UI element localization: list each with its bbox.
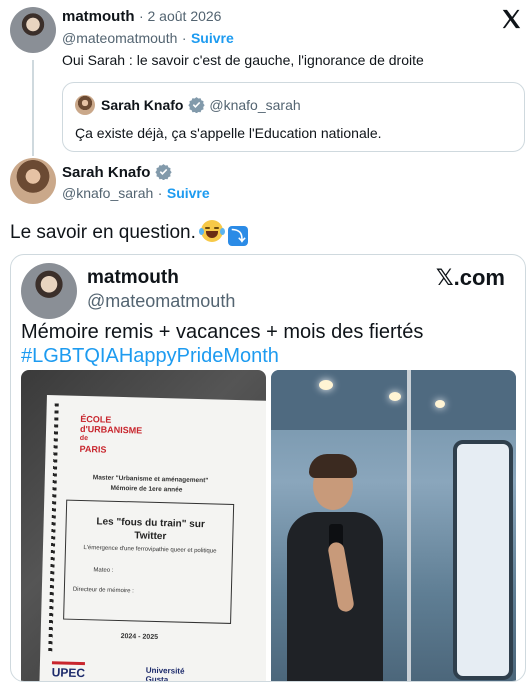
embedded-hashtag: #LGBTQIAHappyPrideMonth [21, 345, 279, 367]
memoir-period: 2024 - 2025 [120, 633, 159, 642]
embedded-handle: @mateomatmouth [87, 291, 236, 311]
verified-badge-icon [188, 97, 205, 113]
train-light [389, 392, 401, 401]
memoir-photo: ÉCOLE d'URBANISME de PARIS Master "Urban… [21, 370, 266, 682]
train-light [435, 400, 445, 408]
arrow-curving-down-icon: ⤵ [228, 226, 249, 246]
embedded-text: Mémoire remis + vacances + mois des fier… [21, 321, 424, 343]
memoir-page: ÉCOLE d'URBANISME de PARIS Master "Urban… [39, 395, 266, 682]
person-hair [309, 454, 357, 478]
reply-separator: · [181, 30, 187, 46]
embedded-author-name: matmouth [87, 267, 179, 288]
main-author-name[interactable]: Sarah Knafo [62, 164, 150, 181]
main-text: Le savoir en question. [10, 222, 196, 243]
memoir-director-label: Directeur de mémoire : [72, 586, 134, 595]
main-follow-button[interactable]: Suivre [167, 185, 210, 201]
memoir-author-label: Mateo : [93, 567, 114, 574]
memoir-year-label: Mémoire de 1ere année [110, 484, 183, 494]
memoir-logo-left: UPEC [51, 661, 86, 681]
embedded-brand: 𝕏.com [435, 265, 505, 290]
reply-date[interactable]: · 2 août 2026 [139, 8, 222, 24]
quoted-avatar [75, 95, 95, 115]
reply-text: Oui Sarah : le savoir c'est de gauche, l… [62, 52, 424, 68]
quoted-tweet[interactable]: Sarah Knafo @knafo_sarah Ça existe déjà,… [62, 82, 525, 152]
reply-follow-button[interactable]: Suivre [191, 30, 234, 46]
quoted-author-name: Sarah Knafo [101, 97, 184, 113]
embedded-avatar [21, 263, 77, 319]
train-pole [407, 370, 411, 681]
memoir-school-logo: ÉCOLE d'URBANISME de PARIS [79, 413, 143, 455]
quoted-text: Ça existe déjà, ça s'appelle l'Education… [75, 125, 382, 141]
memoir-title-box: Les "fous du train" sur Twitter L'émerge… [63, 499, 235, 624]
memoir-master: Master "Urbanisme et aménagement" [92, 474, 209, 485]
reply-handle[interactable]: @mateomatmouth [62, 30, 177, 46]
train-light [319, 380, 333, 390]
train-window [453, 440, 513, 680]
main-separator: · [157, 185, 163, 201]
memoir-logo-right: Université Gusta [145, 665, 185, 682]
thread-line [32, 60, 34, 156]
quoted-handle: @knafo_sarah [209, 97, 301, 113]
verified-badge-icon [155, 164, 172, 180]
x-logo-icon[interactable] [500, 8, 522, 30]
memoir-title: Les "fous du train" sur Twitter [96, 516, 205, 543]
embedded-image[interactable]: matmouth @mateomatmouth 𝕏.com Mémoire re… [10, 254, 526, 682]
train-selfie-photo [271, 370, 516, 681]
memoir-subtitle: L'émergence d'une ferrovipathie queer et… [83, 545, 217, 555]
main-handle[interactable]: @knafo_sarah [62, 185, 153, 201]
main-avatar[interactable] [10, 158, 56, 204]
reply-avatar[interactable] [10, 7, 56, 53]
face-with-tears-of-joy-icon [199, 220, 226, 242]
reply-author-name[interactable]: matmouth [62, 8, 135, 25]
